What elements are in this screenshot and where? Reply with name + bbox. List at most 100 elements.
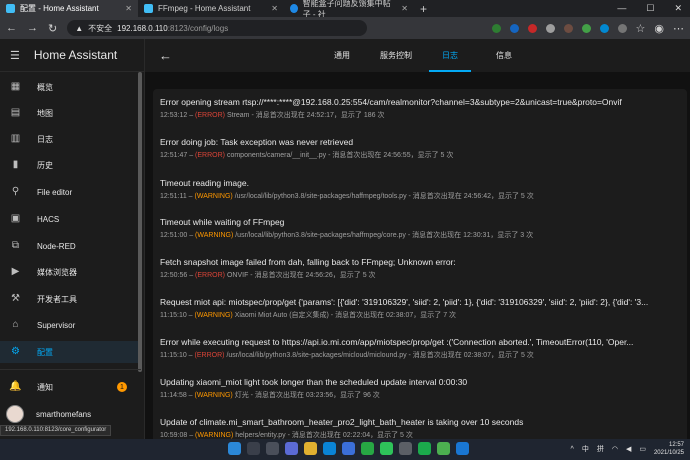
back-icon[interactable]: ← (6, 22, 17, 34)
log-entry[interactable]: Error opening stream rtsp://****:****@19… (160, 97, 680, 120)
close-window-icon[interactable]: ✕ (674, 3, 682, 14)
browser-tab-config[interactable]: 配置 - Home Assistant ✕ (0, 0, 138, 17)
task-view-icon[interactable] (266, 442, 279, 455)
log-entry[interactable]: Updating xiaomi_miot light took longer t… (160, 377, 680, 400)
extension-icon[interactable] (491, 23, 501, 33)
log-source: Xiaomi Miot Auto (自定义集成) - 消息首次出现在 02:38… (234, 312, 457, 319)
extension-icon[interactable] (545, 23, 555, 33)
minimize-icon[interactable]: — (617, 3, 626, 14)
log-time: 12:50:56 (160, 272, 188, 279)
extension-icon[interactable] (509, 23, 519, 33)
edge-icon[interactable] (323, 442, 336, 455)
media-icon: ▶ (11, 266, 20, 277)
log-entry[interactable]: Timeout while waiting of FFmpeg 12:51:00… (160, 217, 680, 240)
wifi-icon[interactable]: ◠ (612, 445, 618, 453)
menu-toggle-icon[interactable]: ☰ (10, 49, 20, 62)
volume-icon[interactable]: ◀ (626, 445, 631, 453)
sidebar-item-map[interactable]: ▤ 地图 (0, 102, 141, 124)
log-time: 12:51:47 (160, 152, 188, 159)
sidebar-item-profile[interactable]: smarthomefans (0, 403, 141, 425)
config-tabs: 通用 服务控制 日志 信息 (315, 39, 531, 72)
sidebar-item-hacs[interactable]: ▣ HACS (0, 208, 141, 230)
log-meta: 10:59:08 – (WARNING) helpers/entity.py -… (160, 432, 413, 439)
extension-icon[interactable] (599, 23, 609, 33)
sidebar-item-file-editor[interactable]: ⚲ File editor (0, 181, 141, 203)
window-controls: — ☐ ✕ (617, 3, 690, 14)
address-bar[interactable]: ▲ 不安全 192.168.0.110:8123/config/logs (67, 20, 368, 36)
sidebar-item-notifications[interactable]: 🔔 通知 1 (0, 376, 141, 398)
log-entry[interactable]: Timeout reading image. 12:51:11 – (WARNI… (160, 178, 680, 201)
user-name: smarthomefans (36, 409, 92, 419)
tab-server-control[interactable]: 服务控制 (369, 39, 423, 72)
app-icon[interactable] (361, 442, 374, 455)
log-message: Updating xiaomi_miot light took longer t… (160, 377, 468, 387)
hacs-icon: ▣ (10, 213, 21, 224)
forum-favicon-icon (290, 4, 298, 13)
favorites-icon[interactable]: ☆ (636, 22, 646, 35)
tab-info[interactable]: 信息 (477, 39, 531, 72)
start-icon[interactable] (228, 442, 241, 455)
sidebar-item-history[interactable]: ▮ 历史 (0, 154, 141, 176)
widgets-icon[interactable] (285, 442, 298, 455)
sidebar-item-media-browser[interactable]: ▶ 媒体浏览器 (0, 261, 141, 283)
close-tab-icon[interactable]: ✕ (401, 4, 408, 13)
log-source: ONVIF - 消息首次出现在 24:56:26，显示了 5 次 (226, 272, 376, 279)
log-entry[interactable]: Error doing job: Task exception was neve… (160, 137, 680, 160)
sidebar-scrollbar[interactable] (138, 72, 142, 372)
log-entry[interactable]: Error while executing request to https:/… (160, 337, 680, 360)
sidebar-item-supervisor[interactable]: ⌂ Supervisor (0, 314, 141, 336)
log-level: (ERROR) (195, 152, 225, 159)
sidebar-item-node-red[interactable]: ⧉ Node-RED (0, 235, 141, 257)
tab-logs[interactable]: 日志 (423, 39, 477, 72)
log-time: 11:15:10 (160, 352, 187, 359)
close-tab-icon[interactable]: ✕ (271, 4, 278, 13)
map-icon: ▤ (10, 107, 21, 118)
sidebar-item-logbook[interactable]: ▥ 日志 (0, 128, 141, 150)
browser-tab-forum[interactable]: 智能盒子问题反馈集中帖子 - 社 ✕ (284, 0, 414, 19)
battery-icon[interactable]: ▭ (639, 445, 646, 453)
log-entry[interactable]: Fetch snapshot image failed from dah, fa… (160, 257, 680, 280)
sidebar-item-overview[interactable]: ▦ 概览 (0, 76, 141, 98)
profile-icon[interactable]: ◉ (654, 22, 664, 35)
ime-mode[interactable]: 中 (582, 444, 589, 454)
sidebar-item-label: HACS (37, 214, 60, 224)
ime-pinyin[interactable]: 拼 (597, 444, 604, 454)
extension-icon[interactable] (527, 23, 537, 33)
sidebar-item-label: 配置 (37, 347, 53, 357)
log-entry[interactable]: Request miot api: miotspec/prop/get {'pa… (160, 297, 680, 320)
notification-badge: 1 (117, 382, 127, 392)
file-explorer-icon[interactable] (304, 442, 317, 455)
sidebar-item-label: 地图 (37, 108, 53, 118)
extension-icon[interactable] (563, 23, 573, 33)
app-icon[interactable] (437, 442, 450, 455)
wechat-icon[interactable] (380, 442, 393, 455)
sidebar-item-developer-tools[interactable]: ⚒ 开发者工具 (0, 288, 141, 310)
browser-tab-ffmpeg[interactable]: FFmpeg - Home Assistant ✕ (138, 0, 284, 17)
maximize-icon[interactable]: ☐ (646, 3, 654, 14)
menu-icon[interactable]: ⋯ (673, 22, 684, 35)
tab-general[interactable]: 通用 (315, 39, 369, 72)
logbook-icon: ▥ (10, 133, 21, 144)
forward-icon[interactable]: → (27, 22, 38, 34)
app-icon[interactable] (418, 442, 431, 455)
back-arrow-icon[interactable]: ← (159, 48, 172, 63)
log-entry[interactable]: Update of climate.mi_smart_bathroom_heat… (160, 417, 680, 439)
app-icon[interactable] (399, 442, 412, 455)
sidebar-divider (0, 369, 141, 370)
reload-icon[interactable]: ↻ (48, 22, 57, 35)
search-icon[interactable] (247, 442, 260, 455)
extension-icon[interactable] (581, 23, 591, 33)
windows-taskbar: ^ 中 拼 ◠ ◀ ▭ 12:57 2021/10/25 (0, 439, 690, 460)
store-icon[interactable] (342, 442, 355, 455)
supervisor-icon: ⌂ (12, 319, 19, 330)
app-icon[interactable] (456, 442, 469, 455)
clock[interactable]: 12:57 2021/10/25 (654, 441, 684, 457)
extension-icons: ☆ ◉ ⋯ (491, 22, 684, 35)
close-tab-icon[interactable]: ✕ (125, 4, 132, 13)
extension-icon[interactable] (617, 23, 627, 33)
new-tab-button[interactable]: + (420, 2, 427, 16)
sidebar-item-configuration[interactable]: ⚙ 配置 (0, 341, 141, 363)
log-meta: 12:51:11 – (WARNING) /usr/local/lib/pyth… (160, 193, 534, 200)
chevron-up-icon[interactable]: ^ (571, 446, 574, 453)
clock-date: 2021/10/25 (653, 450, 684, 456)
